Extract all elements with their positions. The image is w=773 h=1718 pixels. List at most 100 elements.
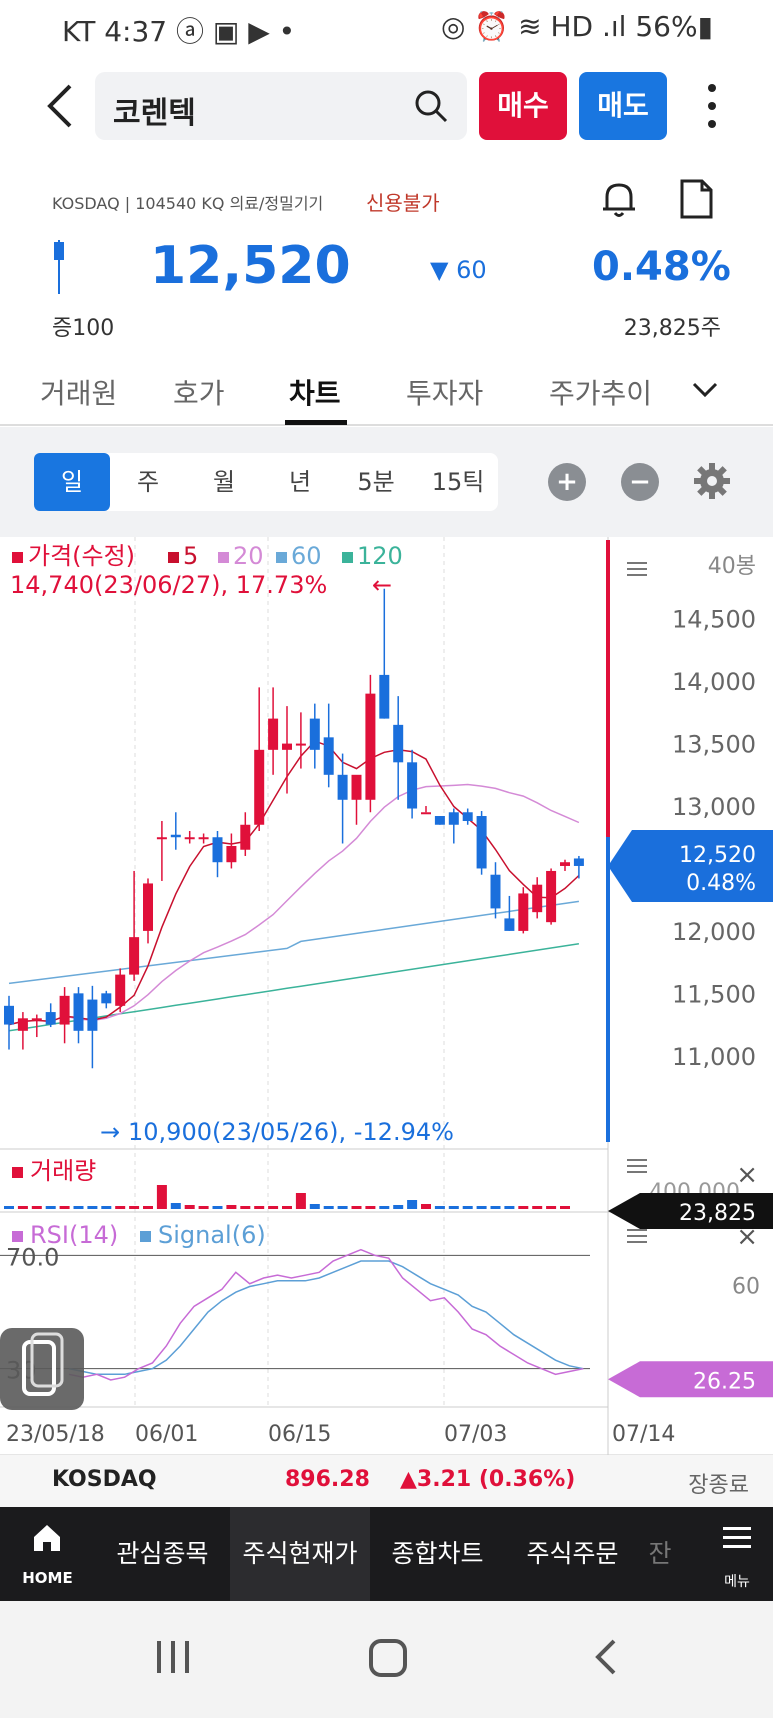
volume-bar — [156, 1185, 167, 1209]
candle-body — [365, 693, 376, 800]
candle-body — [129, 937, 140, 975]
zoom-in-icon[interactable]: + — [548, 463, 586, 501]
volume-bar — [268, 1206, 279, 1209]
period-selector: 일 주 월 년 5분 15틱 — [34, 453, 498, 511]
volume-bar — [295, 1193, 306, 1209]
tab-brokers[interactable]: 거래원 — [40, 372, 117, 412]
rsi-tick-60: 60 — [732, 1275, 760, 1300]
nav-watchlist[interactable]: 관심종목 — [95, 1507, 230, 1601]
rsi-legend-swatch — [12, 1231, 23, 1242]
down-triangle-icon: ▼ — [430, 256, 449, 284]
volume-bar — [490, 1206, 501, 1209]
y-tick-label: 12,000 — [672, 918, 756, 946]
volume-bar — [73, 1206, 84, 1209]
tab-orderbook[interactable]: 호가 — [173, 372, 225, 412]
period-5min[interactable]: 5분 — [338, 453, 414, 511]
more-options-icon[interactable] — [700, 80, 724, 132]
volume-bar — [434, 1206, 445, 1209]
period-month[interactable]: 월 — [186, 453, 262, 511]
search-icon[interactable] — [413, 88, 449, 124]
y-tick-label: 11,500 — [672, 980, 756, 1008]
high-price-annotation: 14,740(23/06/27), 17.73% — [10, 571, 327, 599]
nav-menu[interactable]: 메뉴 — [701, 1507, 773, 1601]
legend-ma-swatch — [276, 552, 287, 563]
index-name: KOSDAQ — [52, 1467, 157, 1492]
signal-legend-swatch — [140, 1231, 151, 1242]
volume-bar — [407, 1200, 418, 1209]
volume-bar — [17, 1206, 28, 1209]
volume-bar — [476, 1206, 487, 1209]
stock-search-box[interactable]: 코렌텍 — [95, 72, 467, 140]
x-axis-label: 07/03 — [444, 1422, 507, 1447]
nav-more-item[interactable]: 잔 — [640, 1507, 680, 1601]
tab-chart[interactable]: 차트 — [289, 372, 341, 412]
legend-ma-label: 60 — [291, 542, 322, 570]
recent-apps-icon[interactable] — [157, 1641, 189, 1673]
legend-ma-swatch — [342, 552, 353, 563]
nav-current-price[interactable]: 주식현재가 — [230, 1507, 370, 1601]
active-tab-indicator — [285, 420, 347, 425]
candle-body — [518, 893, 529, 931]
y-tick-label: 11,000 — [672, 1043, 756, 1071]
candle-body — [351, 774, 362, 800]
volume-bar — [184, 1205, 195, 1209]
zoom-out-icon[interactable]: − — [621, 463, 659, 501]
period-15tick[interactable]: 15틱 — [418, 453, 498, 511]
home-button-icon[interactable] — [369, 1639, 407, 1677]
status-bar-left: KT 4:37 ⓐ ▣ ▶ • — [62, 15, 296, 48]
nav-composite-chart[interactable]: 종합차트 — [370, 1507, 505, 1601]
change-percent: 0.48% — [592, 244, 731, 290]
legend-ma-label: 5 — [183, 542, 198, 570]
back-arrow-icon[interactable] — [40, 78, 84, 134]
document-icon[interactable] — [678, 178, 714, 220]
floating-widget-button[interactable] — [0, 1328, 84, 1410]
candle-body — [170, 834, 181, 838]
volume-bar — [351, 1206, 362, 1209]
status-bar: KT 4:37 ⓐ ▣ ▶ • ◎ ⏰ ≋ HD .ıl 56%▮ — [0, 0, 773, 56]
candle-body — [212, 837, 223, 863]
chevron-down-icon[interactable] — [692, 380, 718, 400]
volume-bar — [448, 1206, 459, 1209]
period-week[interactable]: 주 — [110, 453, 186, 511]
volume-bar — [309, 1204, 320, 1209]
bars-count-label: 40봉 — [708, 554, 756, 579]
legend-price-swatch — [12, 552, 23, 563]
candle-body — [198, 837, 209, 840]
price-change: ▼ 60 — [430, 256, 487, 284]
candle-body — [73, 993, 84, 1031]
volume-bar — [59, 1206, 70, 1209]
margin-rate: 증100 — [52, 316, 115, 341]
candle-body — [295, 743, 306, 746]
x-axis-label: 06/15 — [268, 1422, 331, 1447]
y-tick-label: 14,000 — [672, 668, 756, 696]
volume-legend-swatch — [12, 1167, 23, 1178]
bell-icon[interactable] — [598, 178, 640, 220]
candle-body — [546, 870, 557, 923]
candle-body — [254, 749, 265, 825]
nav-order[interactable]: 주식주문 — [505, 1507, 640, 1601]
legend-ma-swatch — [168, 552, 179, 563]
buy-button[interactable]: 매수 — [479, 72, 567, 140]
tab-investors[interactable]: 투자자 — [406, 372, 483, 412]
legend-ma-label: 20 — [233, 542, 264, 570]
chart-toolbar: 일 주 월 년 5분 15틱 + − — [0, 427, 773, 537]
period-year[interactable]: 년 — [262, 453, 338, 511]
candle-body — [448, 812, 459, 825]
price-chart[interactable]: 가격(수정) 5 20 60 120 40봉 14,740(23/06/27), 17.73… — [0, 537, 773, 1455]
volume-bar — [212, 1206, 223, 1209]
volume-bar — [532, 1206, 543, 1209]
period-day[interactable]: 일 — [34, 453, 110, 511]
nav-home[interactable]: HOME — [0, 1507, 95, 1601]
index-change: ▲3.21 (0.36%) — [400, 1467, 576, 1492]
gear-icon[interactable] — [692, 461, 732, 501]
tab-price-trend[interactable]: 주가추이 — [549, 372, 659, 412]
stock-name: 코렌텍 — [113, 96, 196, 131]
candle-body — [309, 718, 320, 750]
back-button-icon[interactable] — [595, 1639, 616, 1675]
rsi-current-tag-value: 26.25 — [693, 1369, 756, 1394]
credit-status: 신용불가 — [366, 191, 440, 215]
candle-body — [45, 1012, 56, 1025]
index-ticker[interactable]: KOSDAQ 896.28 ▲3.21 (0.36%) 장종료 — [0, 1455, 773, 1507]
low-arrow-icon: → — [100, 1118, 120, 1146]
sell-button[interactable]: 매도 — [579, 72, 667, 140]
